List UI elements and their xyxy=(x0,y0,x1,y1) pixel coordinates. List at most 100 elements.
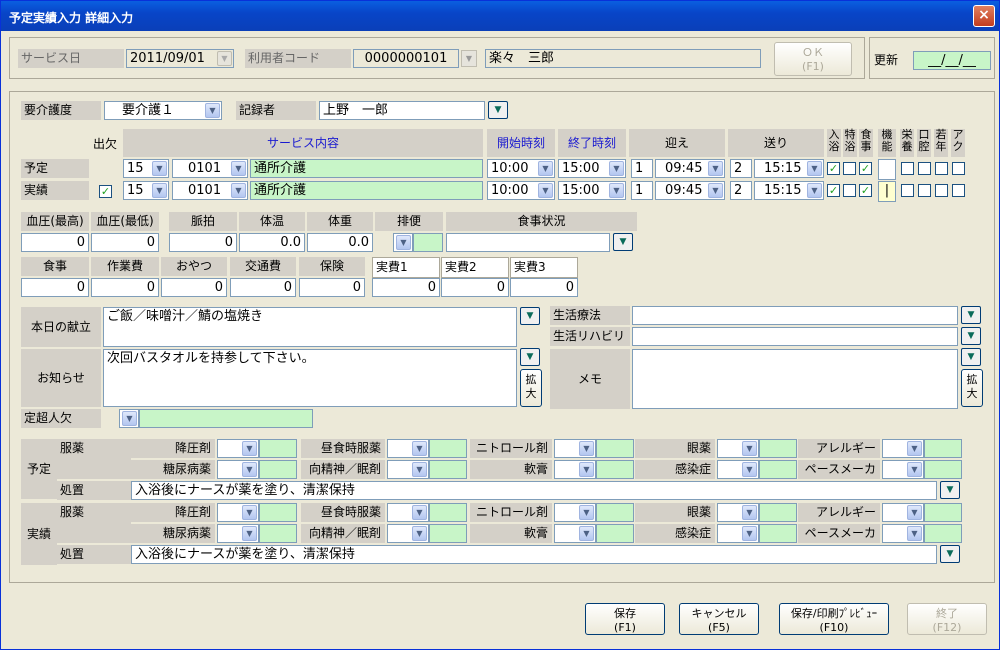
save-print-preview-button[interactable]: 保存/印刷ﾌﾟﾚﾋﾞｭｰ (F10) xyxy=(779,603,889,635)
actual-med-value[interactable] xyxy=(924,524,962,543)
recorder-dropdown-icon[interactable]: ▼ xyxy=(488,101,508,119)
memo-expand-button[interactable]: 拡大 xyxy=(961,369,983,407)
actual-treatment-dropdown-icon[interactable]: ▼ xyxy=(940,545,960,563)
actual-bath-checkbox[interactable]: ✓ xyxy=(827,184,840,197)
actual-med-value[interactable] xyxy=(596,524,634,543)
user-code-dropdown-icon[interactable]: ▼ xyxy=(461,50,477,67)
bp-low-field[interactable]: 0 xyxy=(91,233,159,252)
notice-field[interactable]: 次回バスタオルを持参して下さい。 xyxy=(103,349,517,407)
plan-med-value[interactable] xyxy=(259,439,297,458)
plan-pickup-time[interactable]: 09:45 ▼ xyxy=(655,159,725,178)
rehab-dropdown-icon[interactable]: ▼ xyxy=(961,327,981,345)
plan-young-checkbox[interactable] xyxy=(935,162,948,175)
actual-med-select[interactable]: ▼ xyxy=(882,503,924,522)
actual-pickup-time[interactable]: 09:45 ▼ xyxy=(655,181,725,200)
rehab-field[interactable] xyxy=(632,327,958,346)
stool-field[interactable] xyxy=(413,233,443,252)
actual-young-checkbox[interactable] xyxy=(935,184,948,197)
plan-med-value[interactable] xyxy=(924,460,962,479)
work-fee-field[interactable]: 0 xyxy=(91,278,159,297)
actual-code-a-select[interactable]: 15 ▼ xyxy=(123,181,169,200)
actual-nutrition-checkbox[interactable] xyxy=(901,184,914,197)
stool-select[interactable]: ▼ xyxy=(393,233,413,252)
actual-med-value[interactable] xyxy=(259,503,297,522)
pulse-field[interactable]: 0 xyxy=(169,233,237,252)
actual-med-value[interactable] xyxy=(759,524,797,543)
plan-med-value[interactable] xyxy=(596,439,634,458)
actual-special-bath-checkbox[interactable] xyxy=(843,184,856,197)
actual-attend-checkbox[interactable]: ✓ xyxy=(99,185,112,198)
plan-med-value[interactable] xyxy=(429,439,467,458)
actual-med-select[interactable]: ▼ xyxy=(717,524,759,543)
actual-end-select[interactable]: 15:00 ▼ xyxy=(558,181,626,200)
memo-dropdown-icon[interactable]: ▼ xyxy=(961,348,981,366)
notice-expand-button[interactable]: 拡大 xyxy=(520,369,542,407)
ok-button[interactable]: ＯＫ (F1) xyxy=(774,42,852,76)
plan-med-value[interactable] xyxy=(759,460,797,479)
cancel-button[interactable]: キャンセル (F5) xyxy=(679,603,759,635)
update-field[interactable]: __/__/__ xyxy=(913,51,991,70)
insurance-fee-field[interactable]: 0 xyxy=(299,278,365,297)
weight-field[interactable]: 0.0 xyxy=(307,233,373,252)
plan-med-value[interactable] xyxy=(924,439,962,458)
service-day-select[interactable]: 2011/09/01 ▼ xyxy=(126,49,234,68)
plan-med-select[interactable]: ▼ xyxy=(554,460,596,479)
plan-med-select[interactable]: ▼ xyxy=(387,460,429,479)
plan-med-value[interactable] xyxy=(259,460,297,479)
plan-code-a-select[interactable]: 15 ▼ xyxy=(123,159,169,178)
actual-code-b-select[interactable]: 0101 ▼ xyxy=(172,181,248,200)
actual-med-value[interactable] xyxy=(429,524,467,543)
bp-high-field[interactable]: 0 xyxy=(21,233,89,252)
actual-med-select[interactable]: ▼ xyxy=(387,503,429,522)
actual-med-select[interactable]: ▼ xyxy=(217,503,259,522)
notice-dropdown-icon[interactable]: ▼ xyxy=(520,348,540,366)
plan-med-value[interactable] xyxy=(759,439,797,458)
transport-fee-field[interactable]: 0 xyxy=(230,278,296,297)
plan-med-select[interactable]: ▼ xyxy=(554,439,596,458)
save-button[interactable]: 保存 (F1) xyxy=(585,603,665,635)
plan-med-select[interactable]: ▼ xyxy=(217,460,259,479)
plan-med-select[interactable]: ▼ xyxy=(882,439,924,458)
plan-oral-checkbox[interactable] xyxy=(918,162,931,175)
plan-treatment-field[interactable]: 入浴後にナースが薬を塗り、清潔保持 xyxy=(131,481,937,500)
actual-med-value[interactable] xyxy=(259,524,297,543)
plan-med-select[interactable]: ▼ xyxy=(217,439,259,458)
snack-fee-field[interactable]: 0 xyxy=(161,278,227,297)
actual-start-select[interactable]: 10:00 ▼ xyxy=(487,181,555,200)
actual-med-value[interactable] xyxy=(924,503,962,522)
plan-med-select[interactable]: ▼ xyxy=(882,460,924,479)
meal-status-field[interactable] xyxy=(446,233,610,252)
plan-service-name[interactable]: 通所介護 xyxy=(250,159,483,178)
actual-pickup-no[interactable]: 1 xyxy=(631,181,653,200)
actual-function-field[interactable]: | xyxy=(878,181,896,202)
real-fee3-field[interactable]: 0 xyxy=(510,278,578,297)
plan-treatment-dropdown-icon[interactable]: ▼ xyxy=(940,481,960,499)
plan-pickup-no[interactable]: 1 xyxy=(631,159,653,178)
over-select[interactable]: ▼ xyxy=(119,409,139,428)
actual-med-value[interactable] xyxy=(596,503,634,522)
actual-dropoff-no[interactable]: 2 xyxy=(730,181,752,200)
plan-start-select[interactable]: 10:00 ▼ xyxy=(487,159,555,178)
plan-meal-checkbox[interactable]: ✓ xyxy=(859,162,872,175)
memo-field[interactable] xyxy=(632,349,958,409)
plan-bath-checkbox[interactable]: ✓ xyxy=(827,162,840,175)
actual-med-select[interactable]: ▼ xyxy=(387,524,429,543)
plan-dropoff-no[interactable]: 2 xyxy=(730,159,752,178)
plan-dropoff-time[interactable]: 15:15 ▼ xyxy=(754,159,824,178)
actual-med-value[interactable] xyxy=(759,503,797,522)
plan-code-b-select[interactable]: 0101 ▼ xyxy=(172,159,248,178)
exit-button[interactable]: 終了 (F12) xyxy=(907,603,987,635)
actual-med-select[interactable]: ▼ xyxy=(882,524,924,543)
menu-dropdown-icon[interactable]: ▼ xyxy=(520,307,540,325)
plan-med-select[interactable]: ▼ xyxy=(717,460,759,479)
recorder-field[interactable]: 上野 一郎 xyxy=(319,101,485,120)
actual-service-name[interactable]: 通所介護 xyxy=(250,181,483,200)
real-fee2-field[interactable]: 0 xyxy=(441,278,509,297)
over-field[interactable] xyxy=(139,409,313,428)
meal-status-dropdown-icon[interactable]: ▼ xyxy=(613,233,633,251)
plan-nutrition-checkbox[interactable] xyxy=(901,162,914,175)
actual-med-select[interactable]: ▼ xyxy=(554,503,596,522)
plan-med-select[interactable]: ▼ xyxy=(717,439,759,458)
user-code-field[interactable]: 0000000101 xyxy=(353,49,459,68)
menu-field[interactable]: ご飯／味噌汁／鯖の塩焼き xyxy=(103,307,517,347)
